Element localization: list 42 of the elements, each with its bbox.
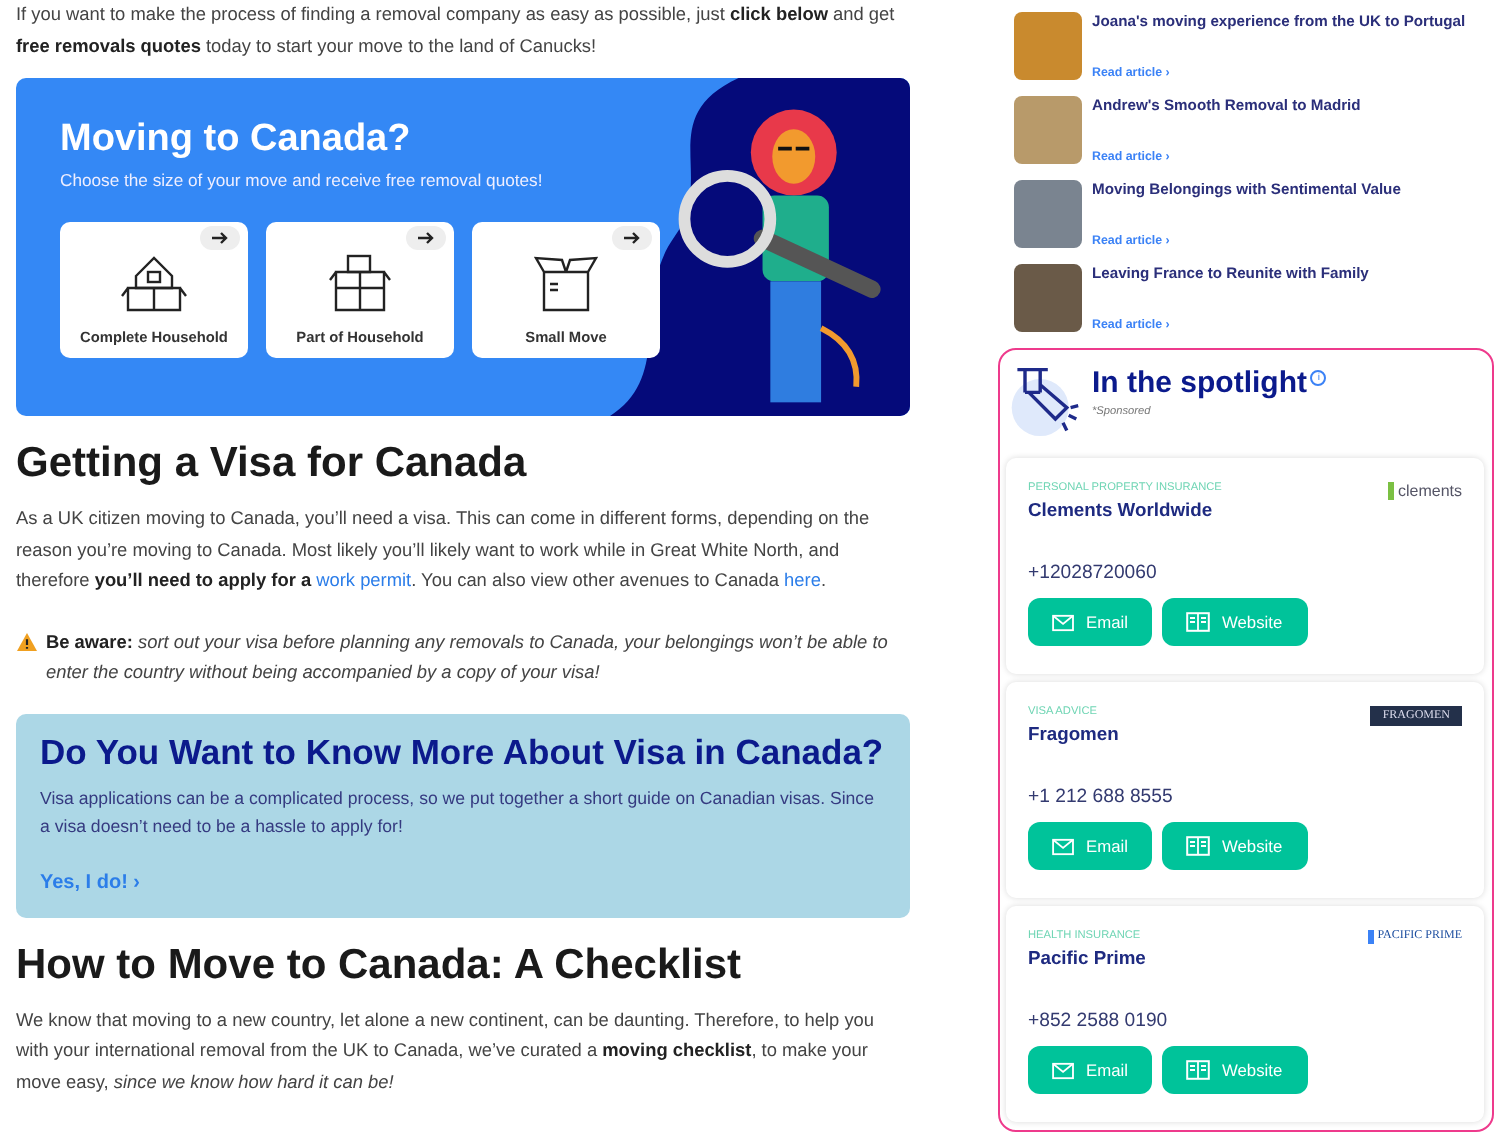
- photo-placeholder: [1014, 180, 1082, 248]
- section-heading: How to Move to Canada: A Checklist: [16, 941, 743, 989]
- company-name: Clements Worldwide: [1028, 498, 1215, 520]
- visa-box-text: Visa applications can be a complicated process, so we put together a short guide on Canadian visas. Since a visa doesn’t need to be a hassle to apply for!: [40, 785, 876, 839]
- photo-placeholder: [1014, 96, 1082, 164]
- spotlight-title: In the spotlight: [1092, 366, 1307, 400]
- visa-paragraph: As a UK citizen moving to Canada, you’ll need a visa. This can come in different forms, depending on the reason you’re moving to Canada. Most likely you’ll likely want to work while in Great White North, and therefore you’ll need to apply for a work permit. You can also view other avenues to Canada here.: [16, 506, 872, 594]
- company-phone: +12028720060: [1028, 562, 1159, 584]
- email-button[interactable]: Email: [1028, 1046, 1152, 1094]
- photo-placeholder: [1014, 12, 1082, 80]
- browser-icon: [1186, 612, 1210, 632]
- spotlight-icon: [1006, 362, 1082, 438]
- banner-title: Moving to Canada?: [60, 118, 413, 162]
- envelope-icon: [1052, 837, 1075, 855]
- arrow-icon: [406, 226, 446, 250]
- envelope-icon: [1052, 613, 1075, 631]
- website-button[interactable]: Website: [1162, 822, 1308, 870]
- warning-paragraph: Be aware: sort out your visa before planning any removals to Canada, your belongings won’t be able to enter the country without being accompanied by a copy of your visa!: [46, 629, 890, 686]
- inline-link[interactable]: work permit: [316, 570, 412, 590]
- banner-subtitle: Choose the size of your move and receive free removal quotes!: [60, 170, 545, 190]
- visa-box-title: Do You Want to Know More About Visa in Canada?: [40, 731, 886, 773]
- website-button[interactable]: Website: [1162, 1046, 1308, 1094]
- company-logo: clements: [1387, 482, 1462, 500]
- inline-link[interactable]: here: [784, 570, 821, 590]
- company-name: Pacific Prime: [1028, 946, 1146, 968]
- email-button[interactable]: Email: [1028, 598, 1152, 646]
- photo-placeholder: [1014, 264, 1082, 332]
- website-button[interactable]: Website: [1162, 598, 1308, 646]
- company-name: Fragomen: [1028, 722, 1119, 744]
- email-button[interactable]: Email: [1028, 822, 1152, 870]
- visa-guide-link[interactable]: Yes, I do! ›: [40, 871, 141, 893]
- intro-paragraph: If you want to make the process of finding a removal company as easy as possible, just click below and get free removals quotes today to start your move to the land of Canucks!: [16, 2, 897, 60]
- browser-icon: [1186, 1060, 1210, 1080]
- arrow-icon: [612, 226, 652, 250]
- browser-icon: [1186, 836, 1210, 856]
- checklist-paragraph: We know that moving to a new country, let alone a new continent, can be daunting. Therefore, to help you with your international removal from the UK to Canada, we’ve curated a moving checklist, to make your move easy, since we know how hard it can be!: [16, 1007, 877, 1096]
- arrow-icon: [200, 226, 240, 250]
- section-heading: Getting a Visa for Canada: [16, 440, 529, 488]
- warning-icon: [16, 631, 38, 651]
- envelope-icon: [1052, 1061, 1075, 1079]
- company-phone: +852 2588 0190: [1028, 1010, 1170, 1032]
- company-phone: +1 212 688 8555: [1028, 786, 1175, 808]
